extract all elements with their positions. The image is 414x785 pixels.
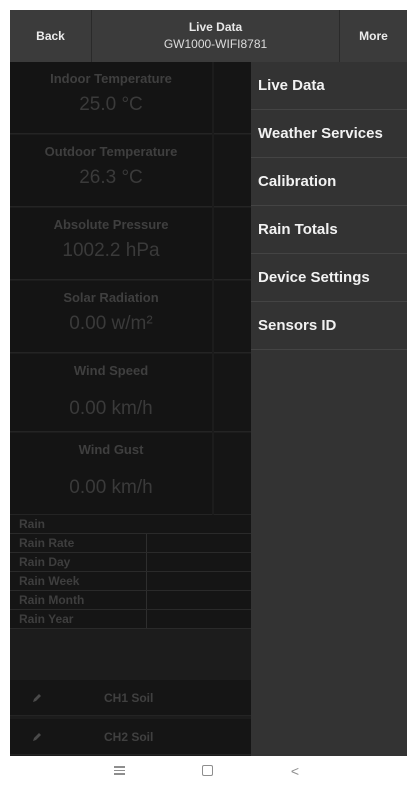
more-button[interactable]: More [339, 10, 407, 62]
title-text: Live Data [188, 20, 243, 34]
tile-label: Solar Radiation [63, 290, 159, 305]
menu-lines-icon[interactable] [75, 766, 163, 775]
tile-label: Indoor Temperature [50, 71, 172, 86]
status-bar [0, 0, 414, 10]
tile-value: 0.00 km/h [69, 477, 153, 498]
tile-absolute-pressure[interactable]: Absolute Pressure 1002.2 hPa [10, 208, 212, 280]
tile-wind-gust[interactable]: Wind Gust 0.00 km/h [10, 433, 212, 515]
back-button[interactable]: Back [10, 10, 92, 62]
tile-outdoor-temperature[interactable]: Outdoor Temperature 26.3 °C [10, 135, 212, 207]
pencil-icon[interactable] [10, 692, 64, 704]
tile-value: 0.00 km/h [69, 398, 153, 419]
rain-table: Rain Rain Rate Rain Day Rain Week Rain M… [10, 515, 251, 629]
menu-item-calibration[interactable]: Calibration [251, 158, 407, 206]
soil-row-ch1[interactable]: CH1 Soil [10, 680, 251, 716]
more-menu: Live Data Weather Services Calibration R… [251, 62, 407, 756]
device-name: GW1000-WIFI8781 [163, 37, 268, 51]
tile-label: Wind Gust [78, 442, 144, 457]
rain-row-label: Rain Day [10, 553, 147, 571]
table-row: Rain Rate [10, 534, 251, 553]
soil-label: CH1 Soil [104, 690, 154, 705]
tile-value: 25.0 °C [79, 94, 143, 115]
tile-label: Absolute Pressure [53, 217, 169, 232]
table-row: Rain Year [10, 610, 251, 629]
menu-item-sensors-id[interactable]: Sensors ID [251, 302, 407, 350]
tile-value: 26.3 °C [79, 167, 143, 188]
square-icon[interactable] [163, 765, 251, 776]
menu-item-device-settings[interactable]: Device Settings [251, 254, 407, 302]
menu-item-rain-totals[interactable]: Rain Totals [251, 206, 407, 254]
tile-label: Wind Speed [73, 363, 149, 378]
tile-side-cell [214, 208, 251, 280]
tile-side-cell [214, 135, 251, 207]
table-row: Rain Day [10, 553, 251, 572]
tile-value: 1002.2 hPa [62, 240, 160, 261]
page-title: Live Data GW1000-WIFI8781 [92, 10, 339, 62]
tile-solar-radiation[interactable]: Solar Radiation 0.00 w/m² [10, 281, 212, 353]
table-row: Rain Month [10, 591, 251, 610]
rain-row-label: Rain Rate [10, 534, 147, 552]
rain-row-label: Rain Month [10, 591, 147, 609]
rain-header-label: Rain [19, 517, 46, 531]
pencil-icon[interactable] [10, 731, 64, 743]
menu-item-live-data[interactable]: Live Data [251, 62, 407, 110]
tile-label: Outdoor Temperature [44, 144, 178, 159]
menu-item-weather-services[interactable]: Weather Services [251, 110, 407, 158]
live-data-panel: Indoor Temperature 25.0 °C Outdoor Tempe… [10, 62, 251, 756]
tile-side-cell [214, 354, 251, 432]
tile-side-cell [214, 433, 251, 515]
table-row: Rain Week [10, 572, 251, 591]
system-nav-bar: < [0, 756, 414, 785]
tile-side-cell [214, 62, 251, 134]
app-header: Back Live Data GW1000-WIFI8781 More [10, 10, 407, 62]
chevron-left-icon[interactable]: < [251, 763, 339, 779]
tile-indoor-temperature[interactable]: Indoor Temperature 25.0 °C [10, 62, 212, 134]
rain-header-row: Rain [10, 515, 251, 534]
soil-label: CH2 Soil [104, 729, 154, 744]
tile-value: 0.00 w/m² [69, 313, 153, 334]
tile-side-cell [214, 281, 251, 353]
tile-wind-speed[interactable]: Wind Speed 0.00 km/h [10, 354, 212, 432]
rain-row-label: Rain Year [10, 610, 147, 628]
soil-row-ch2[interactable]: CH2 Soil [10, 719, 251, 755]
rain-row-label: Rain Week [10, 572, 147, 590]
